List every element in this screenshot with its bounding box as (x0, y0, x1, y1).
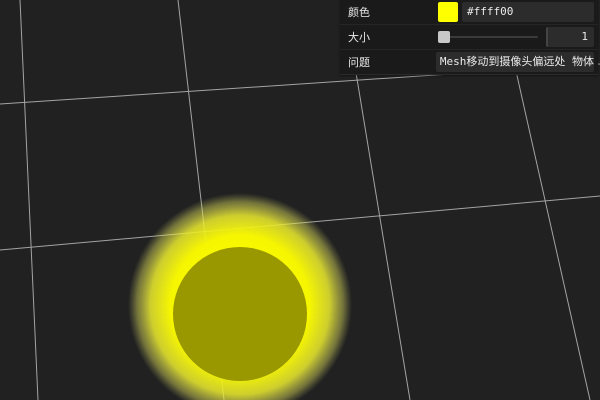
color-label: 颜色 (348, 6, 370, 19)
sphere-mesh[interactable] (173, 247, 307, 381)
slider-handle[interactable] (438, 31, 450, 43)
size-number-field[interactable]: 1 (546, 27, 594, 47)
size-widget: 1 (438, 27, 598, 47)
issue-widget: Mesh移动到摄像头偏远处 物体 (435, 52, 598, 72)
color-swatch[interactable] (438, 2, 458, 22)
grid-line (19, 0, 39, 400)
size-slider[interactable] (438, 27, 538, 47)
issue-control: 问题 Mesh移动到摄像头偏远处 物体 (340, 50, 598, 74)
color-widget: #ffff00 (438, 2, 598, 22)
color-control: 颜色 #ffff00 (340, 0, 598, 25)
size-label: 大小 (348, 31, 370, 44)
issue-text-field[interactable]: Mesh移动到摄像头偏远处 物体 (435, 52, 594, 72)
issue-label: 问题 (348, 56, 370, 69)
color-hex-field[interactable]: #ffff00 (462, 2, 594, 22)
controls-panel: 颜色 #ffff00 大小 1 问题 Mesh移动到摄像头偏远处 物体 (340, 0, 598, 75)
size-control: 大小 1 (340, 25, 598, 50)
slider-rail (438, 36, 538, 38)
